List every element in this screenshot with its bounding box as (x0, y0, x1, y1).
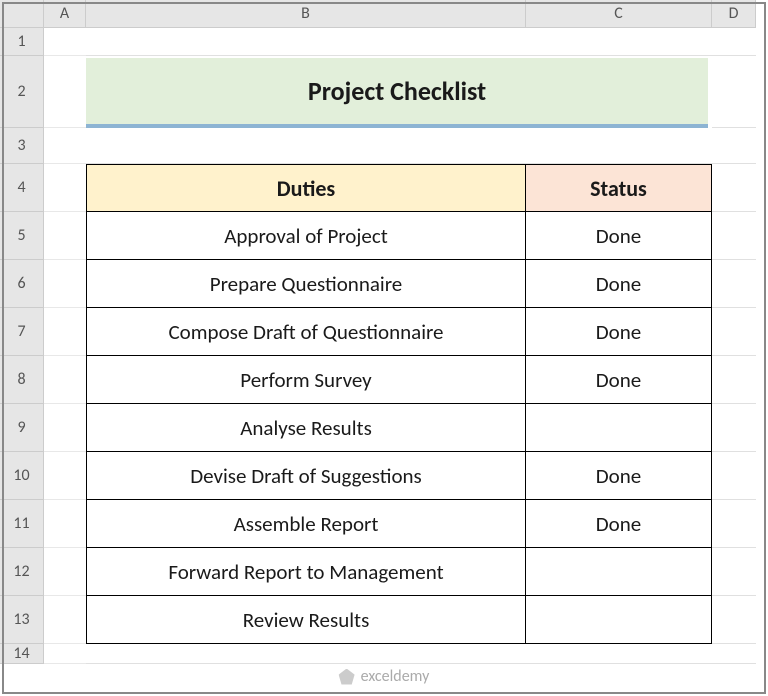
status-cell[interactable]: Done (526, 212, 712, 260)
status-cell[interactable] (526, 596, 712, 644)
header-status[interactable]: Status (526, 164, 712, 212)
duty-cell[interactable]: Compose Draft of Questionnaire (86, 308, 526, 356)
cell-d4[interactable] (712, 164, 756, 212)
col-header-c[interactable]: C (526, 0, 712, 28)
row-header-12[interactable]: 12 (0, 548, 44, 596)
row-header-3[interactable]: 3 (0, 128, 44, 164)
row-header-2[interactable]: 2 (0, 56, 44, 128)
cell-d5[interactable] (712, 212, 756, 260)
row-header-6[interactable]: 6 (0, 260, 44, 308)
cell-a9[interactable] (44, 404, 86, 452)
row-header-10[interactable]: 10 (0, 452, 44, 500)
cell-c1[interactable] (526, 28, 712, 56)
cell-a1[interactable] (44, 28, 86, 56)
status-cell[interactable]: Done (526, 260, 712, 308)
duty-cell[interactable]: Prepare Questionnaire (86, 260, 526, 308)
duty-cell[interactable]: Approval of Project (86, 212, 526, 260)
cell-a5[interactable] (44, 212, 86, 260)
cell-a8[interactable] (44, 356, 86, 404)
watermark: exceldemy (339, 667, 430, 686)
row-header-4[interactable]: 4 (0, 164, 44, 212)
header-duties[interactable]: Duties (86, 164, 526, 212)
row-header-1[interactable]: 1 (0, 28, 44, 56)
row-header-9[interactable]: 9 (0, 404, 44, 452)
duty-cell[interactable]: Forward Report to Management (86, 548, 526, 596)
status-cell[interactable]: Done (526, 452, 712, 500)
cell-a14[interactable] (44, 644, 86, 664)
cell-d10[interactable] (712, 452, 756, 500)
cell-d12[interactable] (712, 548, 756, 596)
cell-a3[interactable] (44, 128, 86, 164)
cell-d8[interactable] (712, 356, 756, 404)
cell-a6[interactable] (44, 260, 86, 308)
watermark-text: exceldemy (361, 667, 430, 686)
cell-a4[interactable] (44, 164, 86, 212)
duty-cell[interactable]: Devise Draft of Suggestions (86, 452, 526, 500)
cell-b1[interactable] (86, 28, 526, 56)
status-cell[interactable] (526, 548, 712, 596)
status-cell[interactable]: Done (526, 500, 712, 548)
cell-d9[interactable] (712, 404, 756, 452)
col-header-a[interactable]: A (44, 0, 86, 28)
col-header-b[interactable]: B (86, 0, 526, 28)
row-header-13[interactable]: 13 (0, 596, 44, 644)
cell-d6[interactable] (712, 260, 756, 308)
cell-a12[interactable] (44, 548, 86, 596)
row-header-8[interactable]: 8 (0, 356, 44, 404)
cell-d2[interactable] (712, 56, 756, 128)
col-header-d[interactable]: D (712, 0, 756, 28)
cell-d11[interactable] (712, 500, 756, 548)
cell-b3[interactable] (86, 128, 526, 164)
cell-a2[interactable] (44, 56, 86, 128)
cell-d13[interactable] (712, 596, 756, 644)
title-cell[interactable]: Project Checklist (86, 58, 708, 128)
row-header-11[interactable]: 11 (0, 500, 44, 548)
duty-cell[interactable]: Review Results (86, 596, 526, 644)
status-cell[interactable]: Done (526, 356, 712, 404)
select-all-corner[interactable] (0, 0, 44, 28)
spreadsheet-grid: A B C D 1 2 Project Checklist 3 4 Duties… (0, 0, 768, 664)
status-cell[interactable] (526, 404, 712, 452)
cell-d3[interactable] (712, 128, 756, 164)
row-header-5[interactable]: 5 (0, 212, 44, 260)
logo-icon (339, 669, 355, 685)
cell-b14[interactable] (86, 644, 526, 664)
cell-a11[interactable] (44, 500, 86, 548)
cell-d1[interactable] (712, 28, 756, 56)
status-cell[interactable]: Done (526, 308, 712, 356)
duty-cell[interactable]: Assemble Report (86, 500, 526, 548)
cell-c14[interactable] (526, 644, 712, 664)
cell-a7[interactable] (44, 308, 86, 356)
row-header-14[interactable]: 14 (0, 644, 44, 664)
cell-a10[interactable] (44, 452, 86, 500)
duty-cell[interactable]: Perform Survey (86, 356, 526, 404)
row-header-7[interactable]: 7 (0, 308, 44, 356)
cell-d7[interactable] (712, 308, 756, 356)
cell-a13[interactable] (44, 596, 86, 644)
cell-c3[interactable] (526, 128, 712, 164)
duty-cell[interactable]: Analyse Results (86, 404, 526, 452)
cell-d14[interactable] (712, 644, 756, 664)
